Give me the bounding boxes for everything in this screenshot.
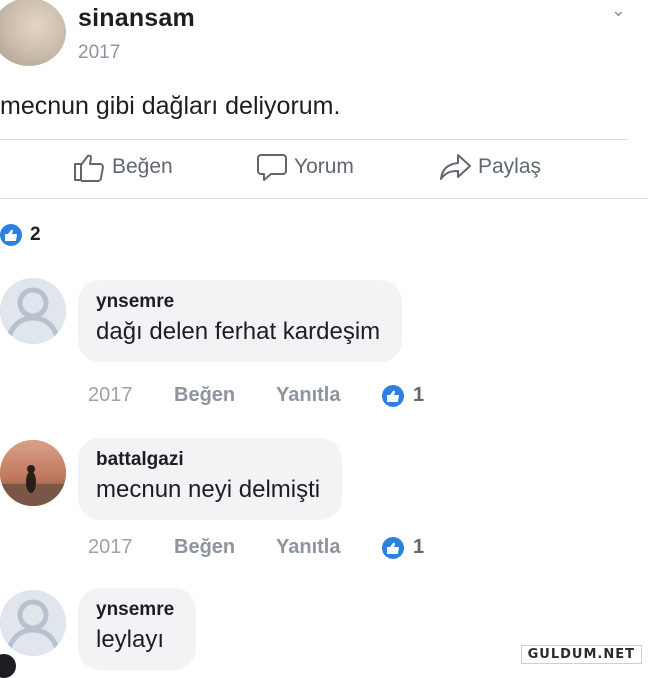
- post-timestamp[interactable]: 2017: [78, 42, 120, 64]
- like-reaction-icon: [382, 536, 404, 559]
- comment-text: dağı delen ferhat kardeşim: [96, 318, 381, 345]
- comment-bubble: battalgazi mecnun neyi delmişti: [78, 438, 343, 520]
- speech-bubble-icon: [256, 152, 288, 182]
- like-label: Beğen: [112, 155, 173, 178]
- comment-reply-button[interactable]: Yanıtla: [276, 384, 382, 407]
- share-label: Paylaş: [478, 155, 542, 178]
- comment-like-button[interactable]: Beğen: [174, 384, 276, 407]
- comment-reply-button[interactable]: Yanıtla: [276, 536, 382, 559]
- comment-bubble: ynsemre leylayı: [78, 588, 197, 670]
- comment-reaction[interactable]: 1: [382, 536, 424, 559]
- comment-reaction[interactable]: 1: [382, 384, 424, 407]
- post-header: sinansam 2017 ⌄: [0, 0, 648, 80]
- comment-timestamp[interactable]: 2017: [88, 536, 174, 559]
- divider: [0, 139, 628, 140]
- comment-meta: 2017 Beğen Yanıtla 1: [88, 536, 424, 559]
- post-author[interactable]: sinansam: [78, 4, 195, 33]
- watermark-logo: GULDUM.NET: [520, 645, 642, 664]
- corner-decoration: [0, 654, 16, 678]
- comment-meta: 2017 Beğen Yanıtla 1: [88, 384, 424, 407]
- reaction-count: 2: [30, 224, 41, 245]
- comment-author[interactable]: ynsemre: [96, 598, 174, 622]
- comment-bubble: ynsemre dağı delen ferhat kardeşim: [78, 280, 403, 362]
- divider: [0, 198, 648, 199]
- like-reaction-icon: [382, 384, 404, 407]
- comment-reaction-count: 1: [413, 536, 425, 558]
- share-arrow-icon: [438, 152, 472, 182]
- avatar[interactable]: [0, 440, 66, 506]
- default-profile-icon[interactable]: [0, 278, 66, 344]
- thumbs-up-icon: [72, 152, 106, 182]
- like-button[interactable]: Beğen: [72, 152, 173, 182]
- comment-reaction-count: 1: [413, 384, 425, 406]
- reaction-summary[interactable]: 2: [0, 224, 41, 246]
- post-action-bar: Beğen Yorum Paylaş: [0, 152, 648, 190]
- share-button[interactable]: Paylaş: [438, 152, 541, 182]
- comment-text: mecnun neyi delmişti: [96, 476, 321, 503]
- comment-like-button[interactable]: Beğen: [174, 536, 276, 559]
- comment-author[interactable]: ynsemre: [96, 290, 380, 314]
- default-profile-icon[interactable]: [0, 590, 66, 656]
- comment-button[interactable]: Yorum: [256, 152, 354, 182]
- comment-timestamp[interactable]: 2017: [88, 384, 174, 407]
- comment-label: Yorum: [294, 155, 354, 178]
- comment-text: leylayı: [96, 626, 165, 653]
- post-text: mecnun gibi dağları deliyorum.: [0, 92, 341, 120]
- author-avatar[interactable]: [0, 0, 66, 66]
- like-reaction-icon: [0, 224, 22, 246]
- chevron-down-icon[interactable]: ⌄: [611, 0, 626, 21]
- comment-author[interactable]: battalgazi: [96, 448, 320, 472]
